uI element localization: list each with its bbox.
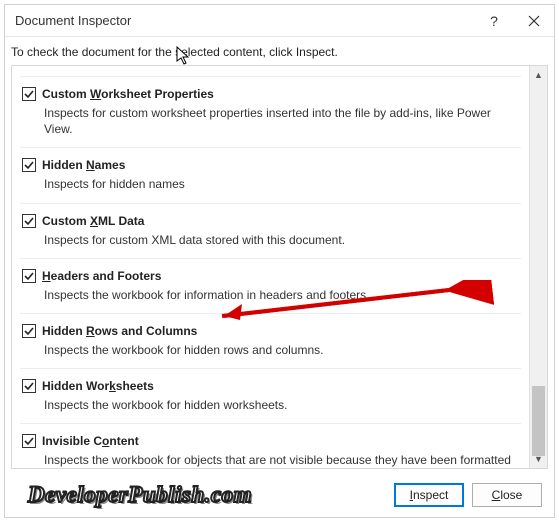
option-title: Headers and Footers [42, 269, 161, 283]
option-header: Custom XML Data [22, 214, 517, 228]
help-button[interactable]: ? [474, 5, 514, 37]
scrollbar[interactable]: ▲ ▼ [529, 66, 547, 468]
option-header: Hidden Names [22, 158, 517, 172]
checkbox[interactable] [22, 269, 36, 283]
option-header: Custom Worksheet Properties [22, 87, 517, 101]
inspector-option: Custom XML DataInspects for custom XML d… [20, 203, 521, 258]
option-title: Hidden Names [42, 158, 125, 172]
inspector-option: Invisible ContentInspects the workbook f… [20, 423, 521, 468]
checkmark-icon [24, 326, 34, 336]
option-description: Inspects for custom XML data stored with… [22, 228, 517, 248]
option-header: Headers and Footers [22, 269, 517, 283]
option-title: Custom Worksheet Properties [42, 87, 214, 101]
option-title: Custom XML Data [42, 214, 144, 228]
partial-item-desc [20, 70, 521, 74]
option-description: Inspects the workbook for information in… [22, 283, 517, 303]
checkmark-icon [24, 89, 34, 99]
checkbox[interactable] [22, 158, 36, 172]
scroll-up-arrow-icon[interactable]: ▲ [530, 66, 547, 84]
option-header: Invisible Content [22, 434, 517, 448]
option-title: Invisible Content [42, 434, 139, 448]
dialog-title: Document Inspector [15, 13, 474, 28]
titlebar: Document Inspector ? [5, 5, 554, 37]
checkmark-icon [24, 160, 34, 170]
inspector-option: Headers and FootersInspects the workbook… [20, 258, 521, 313]
option-description: Inspects the workbook for objects that a… [22, 448, 517, 468]
close-button[interactable]: Close [472, 483, 542, 507]
checkmark-icon [24, 381, 34, 391]
cursor-icon [176, 46, 194, 66]
option-description: Inspects for custom worksheet properties… [22, 101, 517, 137]
checkmark-icon [24, 216, 34, 226]
option-header: Hidden Rows and Columns [22, 324, 517, 338]
checkmark-icon [24, 271, 34, 281]
scroll-thumb[interactable] [532, 386, 545, 456]
inspector-option: Hidden WorksheetsInspects the workbook f… [20, 368, 521, 423]
option-description: Inspects the workbook for hidden rows an… [22, 338, 517, 358]
checkmark-icon [24, 436, 34, 446]
checkbox[interactable] [22, 87, 36, 101]
option-description: Inspects for hidden names [22, 172, 517, 192]
scroll-down-arrow-icon[interactable]: ▼ [530, 450, 547, 468]
option-title: Hidden Rows and Columns [42, 324, 197, 338]
instruction-text: To check the document for the selected c… [5, 37, 554, 65]
option-header: Hidden Worksheets [22, 379, 517, 393]
inspector-option: Custom Worksheet PropertiesInspects for … [20, 76, 521, 147]
option-title: Hidden Worksheets [42, 379, 154, 393]
inspector-option: Hidden NamesInspects for hidden names [20, 147, 521, 202]
options-list: Custom Worksheet PropertiesInspects for … [12, 66, 529, 468]
option-description: Inspects the workbook for hidden workshe… [22, 393, 517, 413]
close-window-button[interactable] [514, 5, 554, 37]
options-panel: Custom Worksheet PropertiesInspects for … [11, 65, 548, 469]
inspector-option: Hidden Rows and ColumnsInspects the work… [20, 313, 521, 368]
checkbox[interactable] [22, 434, 36, 448]
checkbox[interactable] [22, 214, 36, 228]
document-inspector-dialog: Document Inspector ? To check the docume… [4, 4, 555, 518]
watermark-text: DeveloperPublish.com [28, 482, 252, 508]
close-icon [528, 15, 540, 27]
checkbox[interactable] [22, 379, 36, 393]
checkbox[interactable] [22, 324, 36, 338]
inspect-button[interactable]: Inspect [394, 483, 464, 507]
